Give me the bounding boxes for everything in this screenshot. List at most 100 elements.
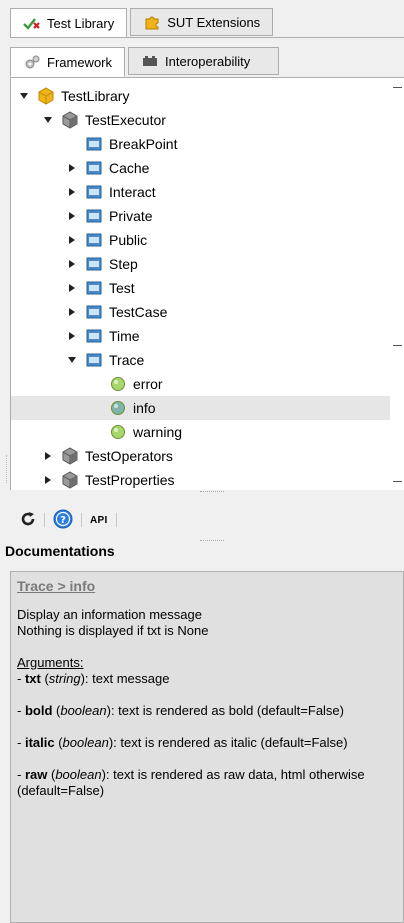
- expanded-arrow-icon[interactable]: [43, 115, 53, 125]
- tree-item[interactable]: TestProperties: [11, 468, 390, 490]
- puzzle-icon: [143, 14, 161, 30]
- tree-scrollbar[interactable]: [390, 78, 404, 490]
- collapsed-arrow-icon[interactable]: [67, 331, 77, 341]
- doc-breadcrumb[interactable]: Trace > info: [17, 578, 397, 594]
- gears-icon: [23, 54, 41, 70]
- tree-item-label: warning: [133, 424, 183, 440]
- module-icon: [61, 111, 79, 129]
- doc-toolbar: ? API: [20, 508, 125, 532]
- library-tree[interactable]: TestLibrary TestExecutor BreakPoint Cache In…: [10, 78, 404, 490]
- tree-item[interactable]: BreakPoint: [11, 132, 390, 156]
- method-icon: [109, 375, 127, 393]
- tree-item-label: Public: [109, 232, 148, 248]
- class-icon: [85, 255, 103, 273]
- tab-label: Test Library: [47, 15, 115, 31]
- argument-type: boolean: [62, 735, 109, 750]
- tree-item-label: error: [133, 376, 163, 392]
- tree-item[interactable]: warning: [11, 420, 390, 444]
- tree-item-label: TestExecutor: [85, 112, 166, 128]
- expanded-arrow-icon[interactable]: [67, 355, 77, 365]
- collapsed-arrow-icon[interactable]: [67, 283, 77, 293]
- doc-arguments-title: Arguments:: [17, 655, 84, 670]
- tree-item-label: TestOperators: [85, 448, 173, 464]
- tree-item-label: TestProperties: [85, 472, 175, 488]
- argument-name: italic: [24, 735, 55, 750]
- tree-item-label: Interact: [109, 184, 156, 200]
- tab-test-library[interactable]: Test Library: [10, 8, 128, 38]
- class-icon: [85, 279, 103, 297]
- class-icon: [85, 207, 103, 225]
- plugins-icon: [141, 53, 159, 69]
- collapsed-arrow-icon[interactable]: [43, 451, 53, 461]
- tree-item[interactable]: Private: [11, 204, 390, 228]
- tree-item-label: Test: [109, 280, 135, 296]
- tree-item[interactable]: Interact: [11, 180, 390, 204]
- tree-item-label: Time: [109, 328, 140, 344]
- expanded-arrow-icon[interactable]: [19, 91, 29, 101]
- scroll-up-marker: [393, 87, 402, 88]
- documentation-title: Documentations: [5, 543, 115, 559]
- tree-item-label: TestCase: [109, 304, 168, 320]
- tab-interoperability[interactable]: Interoperability: [128, 47, 280, 75]
- tab-label: SUT Extensions: [167, 14, 261, 30]
- tree-item[interactable]: Test: [11, 276, 390, 300]
- toolbar-separator: [81, 513, 82, 527]
- doc-arguments-list: - txt (string): text message - bold (bool…: [17, 671, 397, 799]
- doc-argument: - raw (boolean): text is rendered as raw…: [17, 767, 365, 798]
- tree-item[interactable]: info: [11, 396, 390, 420]
- tree-item[interactable]: TestExecutor: [11, 108, 390, 132]
- doc-argument: - italic (boolean): text is rendered as …: [17, 735, 348, 750]
- help-icon: ?: [53, 509, 73, 532]
- class-icon: [85, 231, 103, 249]
- method-icon: [109, 399, 127, 417]
- collapsed-arrow-icon[interactable]: [67, 235, 77, 245]
- tree-item[interactable]: Trace: [11, 348, 390, 372]
- class-icon: [85, 327, 103, 345]
- argument-name: raw: [24, 767, 48, 782]
- scroll-mid-marker: [393, 345, 402, 346]
- class-icon: [85, 135, 103, 153]
- collapsed-arrow-icon[interactable]: [67, 211, 77, 221]
- collapsed-arrow-icon[interactable]: [43, 475, 53, 485]
- tab-label: Framework: [47, 54, 113, 70]
- class-icon: [85, 159, 103, 177]
- tab-label: Interoperability: [165, 53, 251, 69]
- class-icon: [85, 351, 103, 369]
- tree-item[interactable]: TestOperators: [11, 444, 390, 468]
- tree-item-label: info: [133, 400, 156, 416]
- resize-handle[interactable]: [6, 455, 7, 483]
- collapsed-arrow-icon[interactable]: [67, 163, 77, 173]
- refresh-button[interactable]: [20, 509, 36, 531]
- tree-item[interactable]: Time: [11, 324, 390, 348]
- package-icon: [37, 87, 55, 105]
- tree-item-label: Cache: [109, 160, 150, 176]
- tab-framework[interactable]: Framework: [10, 47, 126, 77]
- method-icon: [109, 423, 127, 441]
- tree-item[interactable]: Public: [11, 228, 390, 252]
- tree-item[interactable]: Step: [11, 252, 390, 276]
- collapsed-arrow-icon[interactable]: [67, 187, 77, 197]
- doc-argument: - bold (boolean): text is rendered as bo…: [17, 703, 344, 718]
- argument-name: txt: [24, 671, 41, 686]
- doc-description-line: Display an information message: [17, 607, 202, 622]
- argument-type: boolean: [55, 767, 102, 782]
- tree-item-label: BreakPoint: [109, 136, 178, 152]
- tree-item[interactable]: TestLibrary: [11, 84, 390, 108]
- splitter-handle-2[interactable]: [200, 540, 224, 541]
- module-icon: [61, 447, 79, 465]
- refresh-icon: [20, 511, 36, 530]
- api-button[interactable]: API: [90, 509, 108, 531]
- tree-item[interactable]: Cache: [11, 156, 390, 180]
- help-button[interactable]: ?: [53, 509, 73, 531]
- tree-item[interactable]: TestCase: [11, 300, 390, 324]
- collapsed-arrow-icon[interactable]: [67, 307, 77, 317]
- tree-item-label: Step: [109, 256, 138, 272]
- sub-tabbar: Framework Interoperability: [10, 47, 282, 77]
- tree-item[interactable]: error: [11, 372, 390, 396]
- toolbar-separator: [115, 513, 117, 527]
- tree-item-label: Trace: [109, 352, 145, 368]
- tabbar-border: [10, 37, 404, 38]
- tab-sut-extensions[interactable]: SUT Extensions: [130, 8, 274, 36]
- splitter-handle[interactable]: [200, 491, 224, 492]
- collapsed-arrow-icon[interactable]: [67, 259, 77, 269]
